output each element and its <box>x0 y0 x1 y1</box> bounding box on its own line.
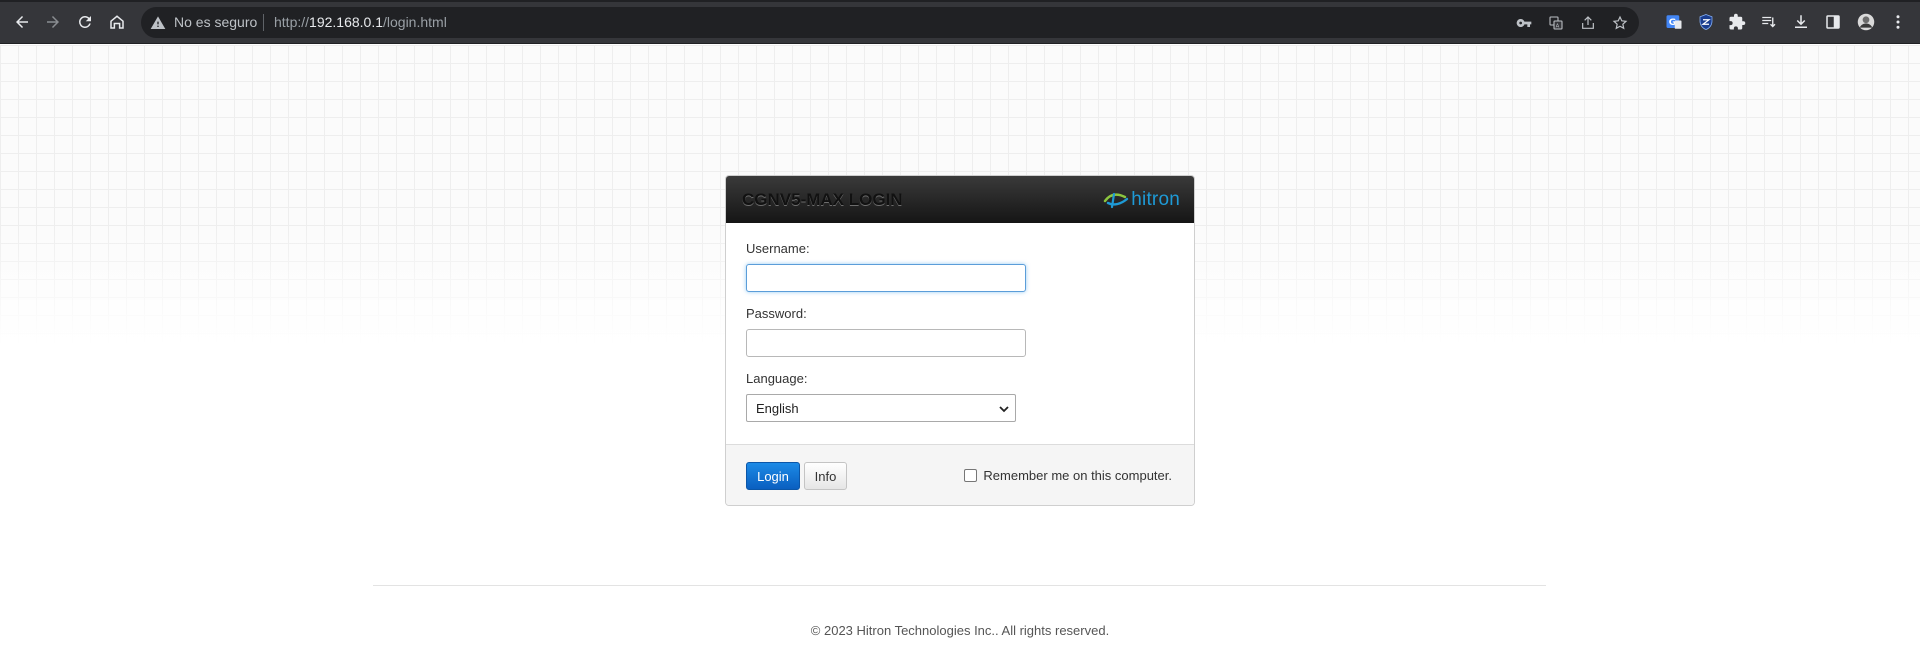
url-scheme: http:// <box>274 14 310 30</box>
copyright-text: © 2023 Hitron Technologies Inc.. All rig… <box>810 623 1110 638</box>
footer-divider <box>373 585 1546 586</box>
reading-list-icon[interactable] <box>1758 11 1780 33</box>
url-text[interactable]: http://192.168.0.1/login.html <box>274 14 447 30</box>
tab-strip-edge <box>0 0 1920 2</box>
remember-label[interactable]: Remember me on this computer. <box>983 468 1172 483</box>
language-label: Language: <box>746 371 808 386</box>
address-bar[interactable]: No es seguro http://192.168.0.1/login.ht… <box>141 7 1639 38</box>
language-select[interactable]: English <box>746 394 1016 422</box>
side-panel-icon[interactable] <box>1822 11 1844 33</box>
menu-icon[interactable] <box>1887 11 1909 33</box>
login-form: Username: Password: Language: English <box>726 223 1194 446</box>
remember-checkbox[interactable] <box>964 469 978 482</box>
svg-text:A: A <box>1556 24 1560 30</box>
language-selected-value: English <box>756 401 799 416</box>
browser-toolbar: No es seguro http://192.168.0.1/login.ht… <box>0 0 1920 44</box>
password-input[interactable] <box>746 329 1026 357</box>
back-button[interactable] <box>9 9 35 35</box>
forward-button[interactable] <box>40 9 66 35</box>
username-input[interactable] <box>746 264 1026 292</box>
login-title: CGNV5-MAX LOGIN <box>742 190 903 209</box>
shield-extension-icon[interactable] <box>1695 11 1717 33</box>
home-button[interactable] <box>104 9 130 35</box>
download-icon[interactable] <box>1790 11 1812 33</box>
profile-avatar[interactable] <box>1855 11 1877 33</box>
login-panel: CGNV5-MAX LOGIN hitron Username: Passwor… <box>725 175 1195 506</box>
url-path: /login.html <box>383 14 447 30</box>
forward-icon <box>47 16 59 28</box>
reload-icon <box>78 15 91 28</box>
login-header: CGNV5-MAX LOGIN hitron <box>726 176 1194 223</box>
translate-icon[interactable]: A <box>1545 13 1567 33</box>
url-host: 192.168.0.1 <box>309 14 383 30</box>
login-actions: Login Info Remember me on this computer. <box>726 444 1194 505</box>
home-icon <box>110 15 124 29</box>
login-button[interactable]: Login <box>746 462 800 490</box>
warning-icon[interactable] <box>150 15 166 31</box>
key-icon[interactable] <box>1513 13 1535 33</box>
remember-me[interactable]: Remember me on this computer. <box>964 468 1172 483</box>
reload-button[interactable] <box>72 9 98 35</box>
extensions-puzzle-icon[interactable] <box>1726 11 1748 33</box>
chevron-down-icon <box>999 406 1009 413</box>
username-label: Username: <box>746 241 810 256</box>
back-icon <box>16 16 28 28</box>
google-translate-extension-icon[interactable]: G <box>1663 11 1685 33</box>
logo-text: hitron <box>1131 189 1180 210</box>
share-icon[interactable] <box>1577 13 1599 33</box>
info-button[interactable]: Info <box>804 462 847 490</box>
hitron-logo: hitron <box>1103 189 1180 211</box>
star-icon[interactable] <box>1609 13 1631 33</box>
password-label: Password: <box>746 306 807 321</box>
omnibox-separator <box>263 14 264 31</box>
security-status[interactable]: No es seguro <box>174 14 257 30</box>
hitron-swoosh-icon <box>1104 192 1129 209</box>
